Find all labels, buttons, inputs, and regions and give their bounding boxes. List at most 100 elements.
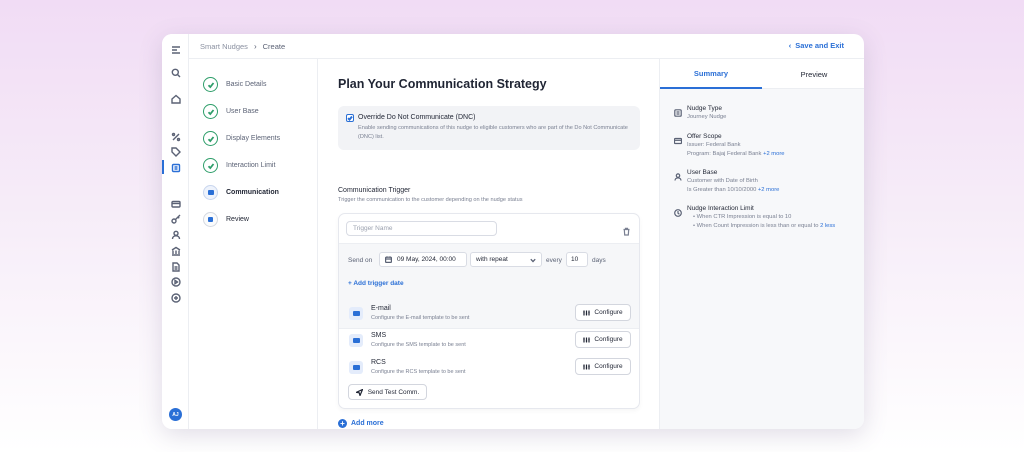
configure-sms-button[interactable]: Configure <box>575 331 631 348</box>
summary-issuer: Issuer: Federal Bank <box>687 142 741 148</box>
save-and-exit-button[interactable]: ‹ Save and Exit <box>789 41 844 50</box>
program-more-link[interactable]: +2 more <box>763 151 784 157</box>
channel-name: RCS <box>371 359 386 366</box>
sms-icon <box>349 334 363 347</box>
document-icon[interactable] <box>169 260 182 273</box>
step-label: Review <box>226 216 249 223</box>
icon-rail: AJ <box>162 34 189 429</box>
date-value: 09 May, 2024, 00:00 <box>397 256 456 263</box>
clock-icon <box>674 204 683 217</box>
dnc-title: Override Do Not Communicate (DNC) <box>358 114 476 121</box>
step-label: Basic Details <box>226 81 267 88</box>
every-days-input[interactable]: 10 <box>566 252 588 267</box>
channel-name: E-mail <box>371 305 391 312</box>
summary-title: Nudge Type <box>687 105 722 112</box>
summary-program-line: Program: Bajaj Federal Bank +2 more <box>687 151 785 157</box>
user-base-more-link[interactable]: +2 more <box>758 187 779 193</box>
configure-label: Configure <box>594 336 623 343</box>
summary-title: User Base <box>687 169 718 176</box>
bank-icon[interactable] <box>169 244 182 257</box>
trigger-section-description: Trigger the communication to the custome… <box>338 197 523 203</box>
channel-description: Configure the RCS template to be sent <box>371 369 466 375</box>
step-communication[interactable]: Communication <box>203 185 279 200</box>
rcs-icon <box>349 361 363 374</box>
send-test-comm-button[interactable]: Send Test Comm. <box>348 384 427 400</box>
nudge-type-icon <box>674 104 683 117</box>
channel-email: E-mail Configure the E-mail template to … <box>339 302 639 328</box>
send-test-label: Send Test Comm. <box>367 388 420 396</box>
page-title: Plan Your Communication Strategy <box>338 77 547 91</box>
email-icon <box>349 307 363 320</box>
panel-tabs: Summary Preview <box>660 59 864 89</box>
stepper: Basic Details User Base Display Elements… <box>189 59 318 429</box>
configure-label: Configure <box>594 309 623 316</box>
dnc-override-box: Override Do Not Communicate (DNC) Enable… <box>338 106 640 150</box>
date-picker[interactable]: 09 May, 2024, 00:00 <box>379 252 467 267</box>
add-more-label: Add more <box>351 420 384 427</box>
dnc-checkbox[interactable] <box>346 114 354 122</box>
configure-email-button[interactable]: Configure <box>575 304 631 321</box>
step-basic-details[interactable]: Basic Details <box>203 77 266 92</box>
settings-circle-icon[interactable] <box>169 291 182 304</box>
add-trigger-date-link[interactable]: + Add trigger date <box>348 280 404 287</box>
summary-user-condition: Is Greater than 10/10/2000 <box>687 187 757 193</box>
summary-value: Journey Nudge <box>687 114 727 120</box>
summary-user-line2: Is Greater than 10/10/2000 +2 more <box>687 187 779 193</box>
check-circle-icon <box>203 104 218 119</box>
menu-toggle-icon[interactable] <box>169 43 182 56</box>
step-label: Communication <box>226 189 279 196</box>
avatar[interactable]: AJ <box>169 408 182 421</box>
trash-icon[interactable] <box>622 223 631 236</box>
trigger-card: Trigger Name Send on 09 May, 2024, 00:00… <box>338 213 640 409</box>
channel-rcs: RCS Configure the RCS template to be sen… <box>339 356 639 382</box>
tab-summary[interactable]: Summary <box>660 59 762 89</box>
trigger-name-input[interactable]: Trigger Name <box>346 221 497 236</box>
user-icon <box>674 168 683 181</box>
user-icon[interactable] <box>169 228 182 241</box>
add-more-button[interactable]: + Add more <box>338 419 384 428</box>
home-icon[interactable] <box>169 92 182 105</box>
dnc-description: Enable sending communications of this nu… <box>358 125 628 140</box>
summary-user-line1: Customer with Date of Birth <box>687 178 758 184</box>
summary-interaction-line1: • When CTR Impression is equal to 10 <box>693 214 792 220</box>
repeat-select[interactable]: with repeat <box>470 252 542 267</box>
summary-title: Offer Scope <box>687 133 722 140</box>
check-circle-icon <box>203 77 218 92</box>
breadcrumb-root[interactable]: Smart Nudges <box>200 42 248 51</box>
top-bar: Smart Nudges › Create ‹ Save and Exit <box>189 34 864 59</box>
send-icon <box>355 388 363 396</box>
breadcrumb-current: Create <box>262 41 286 51</box>
summary-panel: Summary Preview Nudge Type Journey Nudge… <box>659 59 864 429</box>
sliders-icon <box>583 310 591 315</box>
step-label: Display Elements <box>226 135 281 142</box>
tag-icon[interactable] <box>169 145 182 158</box>
calendar-icon <box>385 256 392 263</box>
plus-circle-icon: + <box>338 419 347 428</box>
play-icon[interactable] <box>169 275 182 288</box>
search-icon[interactable] <box>169 66 182 79</box>
sliders-icon <box>583 364 591 369</box>
step-user-base[interactable]: User Base <box>203 104 259 119</box>
channel-name: SMS <box>371 332 387 339</box>
communication-step-icon <box>203 185 218 200</box>
channel-description: Configure the SMS template to be sent <box>371 342 466 348</box>
configure-label: Configure <box>594 363 623 370</box>
days-label: days <box>592 257 606 264</box>
step-display-elements[interactable]: Display Elements <box>203 131 280 146</box>
app-window: AJ Smart Nudges › Create ‹ Save and Exit… <box>162 34 864 429</box>
chevron-left-icon: ‹ <box>788 41 792 50</box>
percent-icon[interactable] <box>169 130 182 143</box>
review-step-icon <box>203 212 218 227</box>
key-icon[interactable] <box>169 212 182 225</box>
step-review[interactable]: Review <box>203 212 249 227</box>
summary-interaction-line2: • When Count Impression is less than or … <box>693 223 835 229</box>
tab-preview[interactable]: Preview <box>763 59 864 89</box>
check-circle-icon <box>203 131 218 146</box>
step-interaction-limit[interactable]: Interaction Limit <box>203 158 275 173</box>
nudge-icon[interactable] <box>169 161 182 174</box>
card-icon[interactable] <box>169 197 182 210</box>
summary-program: Program: Bajaj Federal Bank <box>687 151 762 157</box>
chevron-down-icon <box>530 258 536 263</box>
interaction-less-link[interactable]: 2 less <box>820 223 835 229</box>
configure-rcs-button[interactable]: Configure <box>575 358 631 375</box>
